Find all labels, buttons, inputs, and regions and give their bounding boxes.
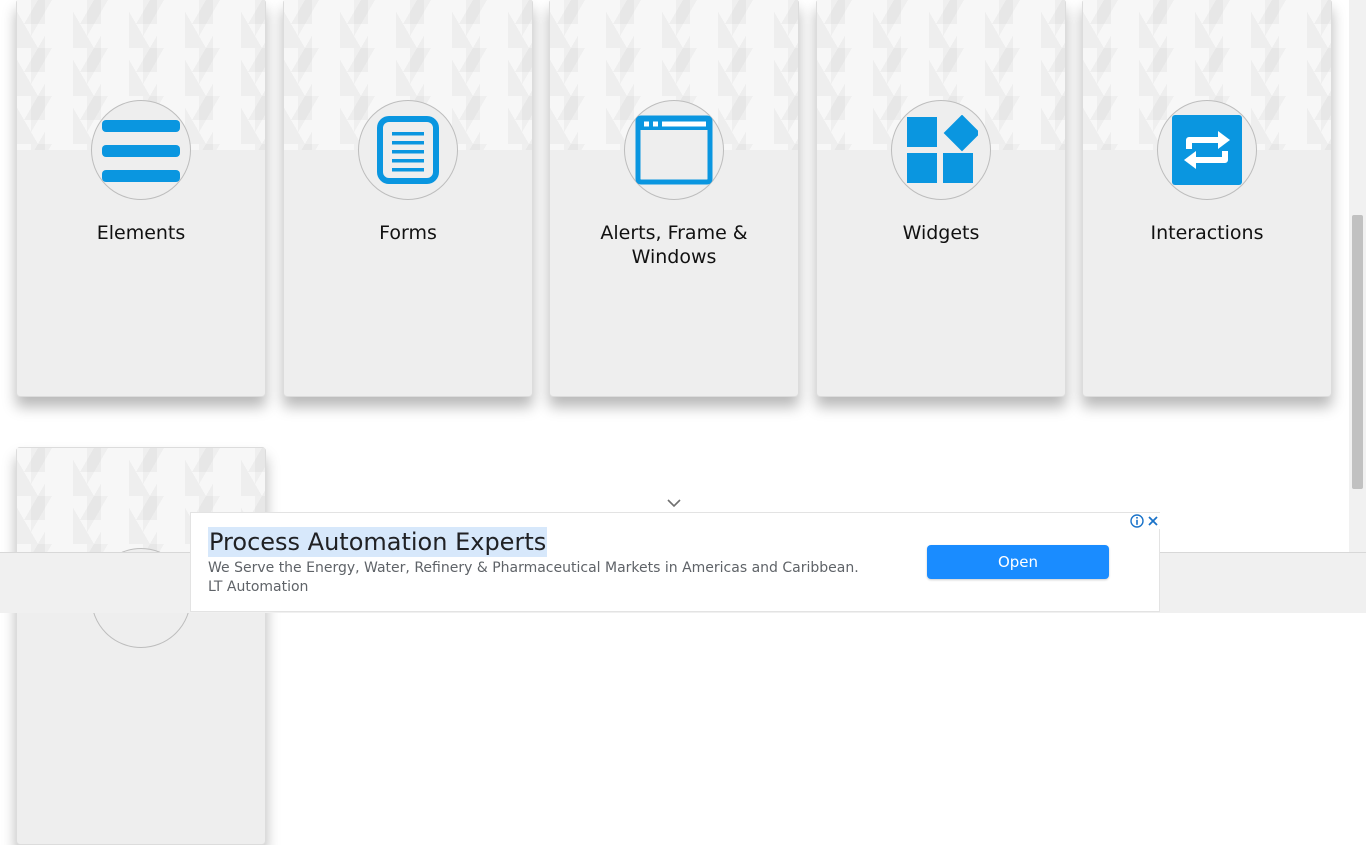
card-avatar [91, 100, 191, 200]
scrollbar-thumb[interactable] [1352, 215, 1363, 489]
swap-arrows-icon [1172, 115, 1242, 185]
browser-window-icon [635, 115, 713, 185]
card-widgets[interactable]: Widgets [816, 0, 1066, 397]
ad-description: We Serve the Energy, Water, Refinery & P… [208, 560, 859, 595]
list-icon [102, 120, 180, 182]
card-title: Forms [379, 222, 437, 244]
card-forms[interactable]: Forms [283, 0, 533, 397]
document-icon [377, 116, 439, 184]
ad-open-button[interactable]: Open [927, 545, 1109, 579]
card-title: Elements [96, 222, 186, 244]
ad-banner[interactable]: Process Automation Experts We Serve the … [190, 512, 1161, 612]
card-interactions[interactable]: Interactions [1082, 0, 1332, 397]
widgets-icon [907, 115, 978, 183]
card-partial[interactable] [16, 447, 266, 845]
card-title: Interactions [1150, 222, 1264, 244]
card-avatar [891, 100, 991, 200]
close-icon[interactable] [1145, 513, 1161, 529]
card-title: Widgets [902, 222, 980, 244]
chevron-down-icon[interactable] [666, 497, 682, 509]
card-avatar [358, 100, 458, 200]
card-avatar [1157, 100, 1257, 200]
card-title: Alerts, Frame & Windows [600, 222, 748, 268]
card-elements[interactable]: Elements [16, 0, 266, 397]
card-alerts-frame-windows[interactable]: Alerts, Frame & Windows [549, 0, 799, 397]
card-avatar [624, 100, 724, 200]
info-icon[interactable] [1129, 513, 1145, 529]
ad-headline[interactable]: Process Automation Experts [208, 527, 548, 557]
